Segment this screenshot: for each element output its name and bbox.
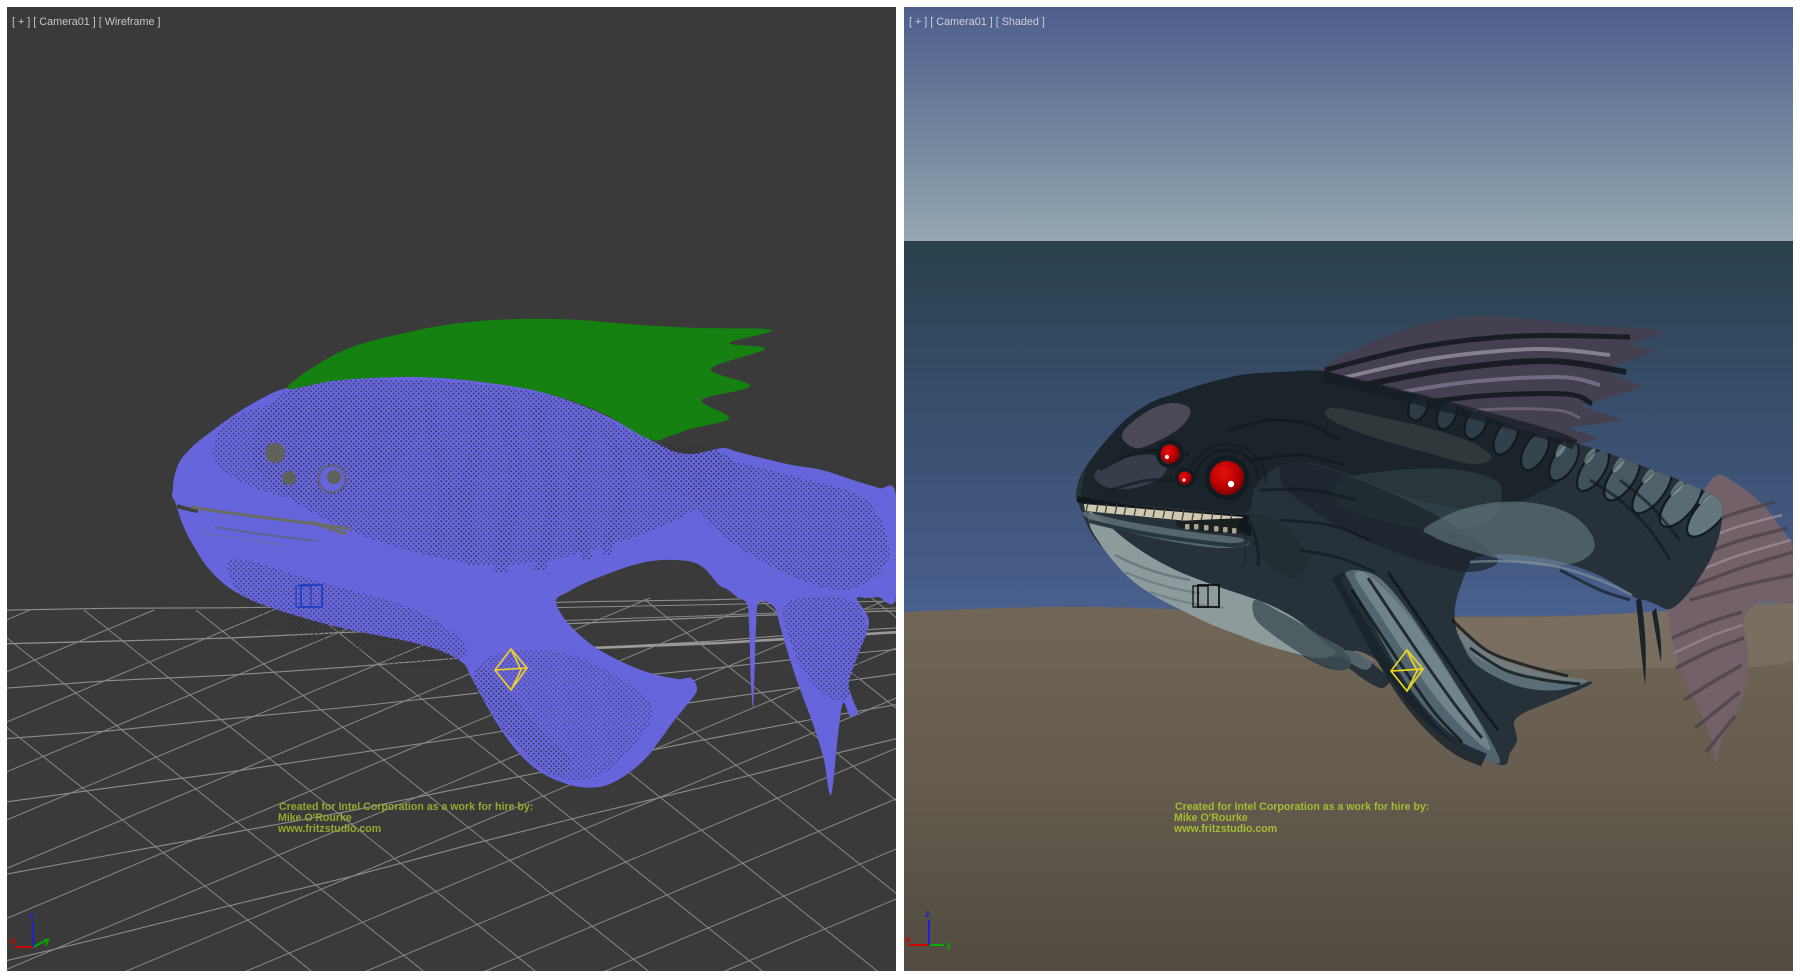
svg-text:x: x (905, 935, 911, 946)
svg-text:y: y (946, 940, 952, 951)
svg-text:[ + ] [ Camera01 ] [ Shaded ]: [ + ] [ Camera01 ] [ Shaded ] (909, 16, 1045, 28)
svg-text:www.fritzstudio.com: www.fritzstudio.com (277, 823, 381, 835)
svg-text:z: z (29, 910, 34, 921)
svg-text:y: y (44, 936, 50, 947)
svg-text:[ + ] [ Camera01 ] [ Wireframe: [ + ] [ Camera01 ] [ Wireframe ] (12, 16, 161, 28)
svg-text:z: z (925, 909, 930, 920)
svg-text:x: x (10, 936, 16, 947)
svg-text:www.fritzstudio.com: www.fritzstudio.com (1173, 823, 1277, 835)
